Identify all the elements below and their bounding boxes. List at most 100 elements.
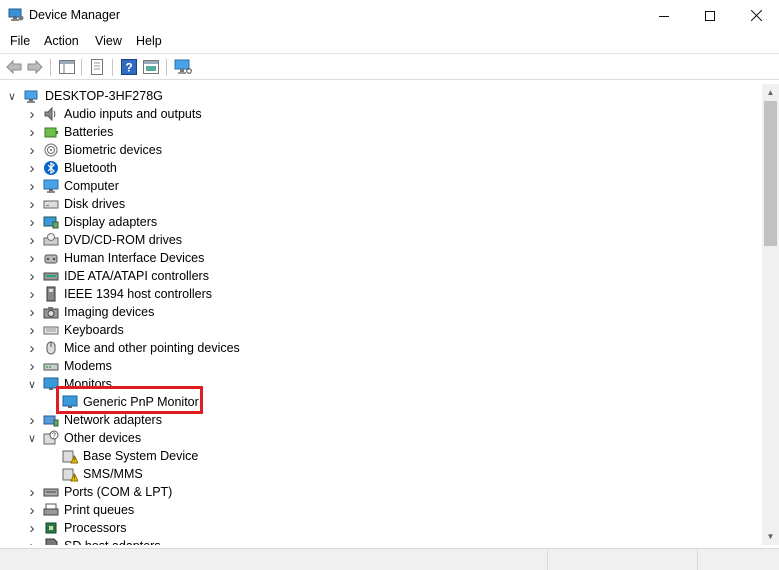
expand-chevron-icon[interactable]: › <box>26 502 38 519</box>
selection-highlight-box <box>56 386 203 414</box>
tree-category-row[interactable]: › Ports (COM & LPT) <box>0 483 762 501</box>
menu-file[interactable]: File <box>10 34 30 48</box>
tree-category-label: Display adapters <box>64 215 158 229</box>
expand-chevron-icon[interactable]: › <box>26 538 38 546</box>
tree-category-label: Biometric devices <box>64 143 162 157</box>
toolbar: ? <box>0 53 779 80</box>
expand-chevron-icon[interactable]: › <box>26 340 38 357</box>
tree-category-row[interactable]: › Imaging devices <box>0 303 762 321</box>
collapse-chevron-icon[interactable]: ∨ <box>6 89 18 103</box>
expand-chevron-icon[interactable]: › <box>26 160 38 177</box>
device-manager-icon <box>8 8 24 21</box>
tree-category-label: IEEE 1394 host controllers <box>64 287 212 301</box>
expand-chevron-icon[interactable]: › <box>26 250 38 267</box>
tree-category-row[interactable]: › Display adapters <box>0 213 762 231</box>
ide-controller-icon <box>43 272 59 281</box>
tree-category-row[interactable]: › Processors <box>0 519 762 537</box>
menu-action[interactable]: Action <box>44 34 79 48</box>
scan-hardware-button[interactable] <box>174 58 192 76</box>
scroll-down-arrow-icon[interactable]: ▼ <box>762 528 779 545</box>
properties-icon <box>91 59 103 75</box>
svg-text:!: ! <box>74 458 75 464</box>
mouse-icon <box>46 341 56 355</box>
minimize-icon <box>659 15 669 17</box>
warning-device-icon: ! <box>62 450 78 464</box>
processor-icon <box>45 522 57 534</box>
tree-category-row[interactable]: › SD host adapters <box>0 537 762 545</box>
tree-category-label: Print queues <box>64 503 135 517</box>
close-button[interactable] <box>733 0 779 31</box>
forward-button[interactable] <box>26 58 44 76</box>
expand-chevron-icon[interactable]: › <box>26 106 38 123</box>
collapse-chevron-icon[interactable]: ∨ <box>26 431 38 445</box>
expand-chevron-icon[interactable]: › <box>26 322 38 339</box>
tree-category-label: Batteries <box>64 125 114 139</box>
tree-category-label: Disk drives <box>64 197 126 211</box>
expand-chevron-icon[interactable]: › <box>26 358 38 375</box>
tree-device-row[interactable]: ! Base System Device <box>0 447 762 465</box>
update-driver-button[interactable] <box>142 58 160 76</box>
tree-category-label: Ports (COM & LPT) <box>64 485 173 499</box>
tree-category-row[interactable]: ∨? Other devices <box>0 429 762 447</box>
tree-category-row[interactable]: › Modems <box>0 357 762 375</box>
back-button[interactable] <box>5 58 23 76</box>
tree-root[interactable]: ∨ DESKTOP-3HF278G <box>0 87 762 105</box>
tree-category-row[interactable]: › Audio inputs and outputs <box>0 105 762 123</box>
tree-category-row[interactable]: › Mice and other pointing devices <box>0 339 762 357</box>
menu-bar: File Action View Help <box>0 31 779 52</box>
tree-category-row[interactable]: › Print queues <box>0 501 762 519</box>
vertical-scrollbar[interactable]: ▲ ▼ <box>762 84 779 545</box>
close-icon <box>750 10 762 21</box>
speaker-icon <box>44 106 56 122</box>
tree-category-row[interactable]: › Biometric devices <box>0 141 762 159</box>
expand-chevron-icon[interactable]: › <box>26 232 38 249</box>
camera-icon <box>43 307 59 319</box>
expand-chevron-icon[interactable]: › <box>26 214 38 231</box>
maximize-button[interactable] <box>687 0 733 31</box>
properties-button[interactable] <box>88 58 106 76</box>
expand-chevron-icon[interactable]: › <box>26 520 38 537</box>
tree-device-row[interactable]: ! SMS/MMS <box>0 465 762 483</box>
tree-category-label: Processors <box>64 521 127 535</box>
console-tree-icon <box>59 60 75 74</box>
expand-chevron-icon[interactable]: › <box>26 196 38 213</box>
expand-chevron-icon[interactable]: › <box>26 178 38 195</box>
help-button[interactable]: ? <box>120 58 138 76</box>
tree-category-row[interactable]: › Human Interface Devices <box>0 249 762 267</box>
tree-category-row[interactable]: › IEEE 1394 host controllers <box>0 285 762 303</box>
expand-chevron-icon[interactable]: › <box>26 268 38 285</box>
network-adapter-icon <box>43 415 59 427</box>
tree-category-label: SD host adapters <box>64 539 161 545</box>
expand-chevron-icon[interactable]: › <box>26 304 38 321</box>
ieee1394-icon <box>46 286 56 302</box>
tree-category-row[interactable]: › Bluetooth <box>0 159 762 177</box>
disk-drive-icon <box>43 200 59 209</box>
expand-chevron-icon[interactable]: › <box>26 484 38 501</box>
tree-category-row[interactable]: › IDE ATA/ATAPI controllers <box>0 267 762 285</box>
tree-category-label: Keyboards <box>64 323 124 337</box>
tree-category-row[interactable]: › Batteries <box>0 123 762 141</box>
svg-text:!: ! <box>74 476 75 482</box>
minimize-button[interactable] <box>641 0 687 31</box>
collapse-chevron-icon[interactable]: ∨ <box>26 377 38 391</box>
tree-category-label: IDE ATA/ATAPI controllers <box>64 269 209 283</box>
port-icon <box>43 488 59 497</box>
tree-device-label: Base System Device <box>83 449 199 463</box>
tree-category-row[interactable]: › DVD/CD-ROM drives <box>0 231 762 249</box>
expand-chevron-icon[interactable]: › <box>26 412 38 429</box>
show-hide-console-tree-button[interactable] <box>58 58 76 76</box>
tree-category-label: Other devices <box>64 431 142 445</box>
tree-category-row[interactable]: › Computer <box>0 177 762 195</box>
expand-chevron-icon[interactable]: › <box>26 286 38 303</box>
tree-category-row[interactable]: › Keyboards <box>0 321 762 339</box>
menu-help[interactable]: Help <box>136 34 162 48</box>
scroll-up-arrow-icon[interactable]: ▲ <box>762 84 779 101</box>
expand-chevron-icon[interactable]: › <box>26 142 38 159</box>
tree-category-row[interactable]: › Disk drives <box>0 195 762 213</box>
menu-view[interactable]: View <box>95 34 122 48</box>
warning-device-icon: ! <box>62 468 78 482</box>
expand-chevron-icon[interactable]: › <box>26 124 38 141</box>
scrollbar-thumb[interactable] <box>764 101 777 246</box>
tree-category-label: Modems <box>64 359 112 373</box>
back-arrow-icon <box>6 60 22 74</box>
